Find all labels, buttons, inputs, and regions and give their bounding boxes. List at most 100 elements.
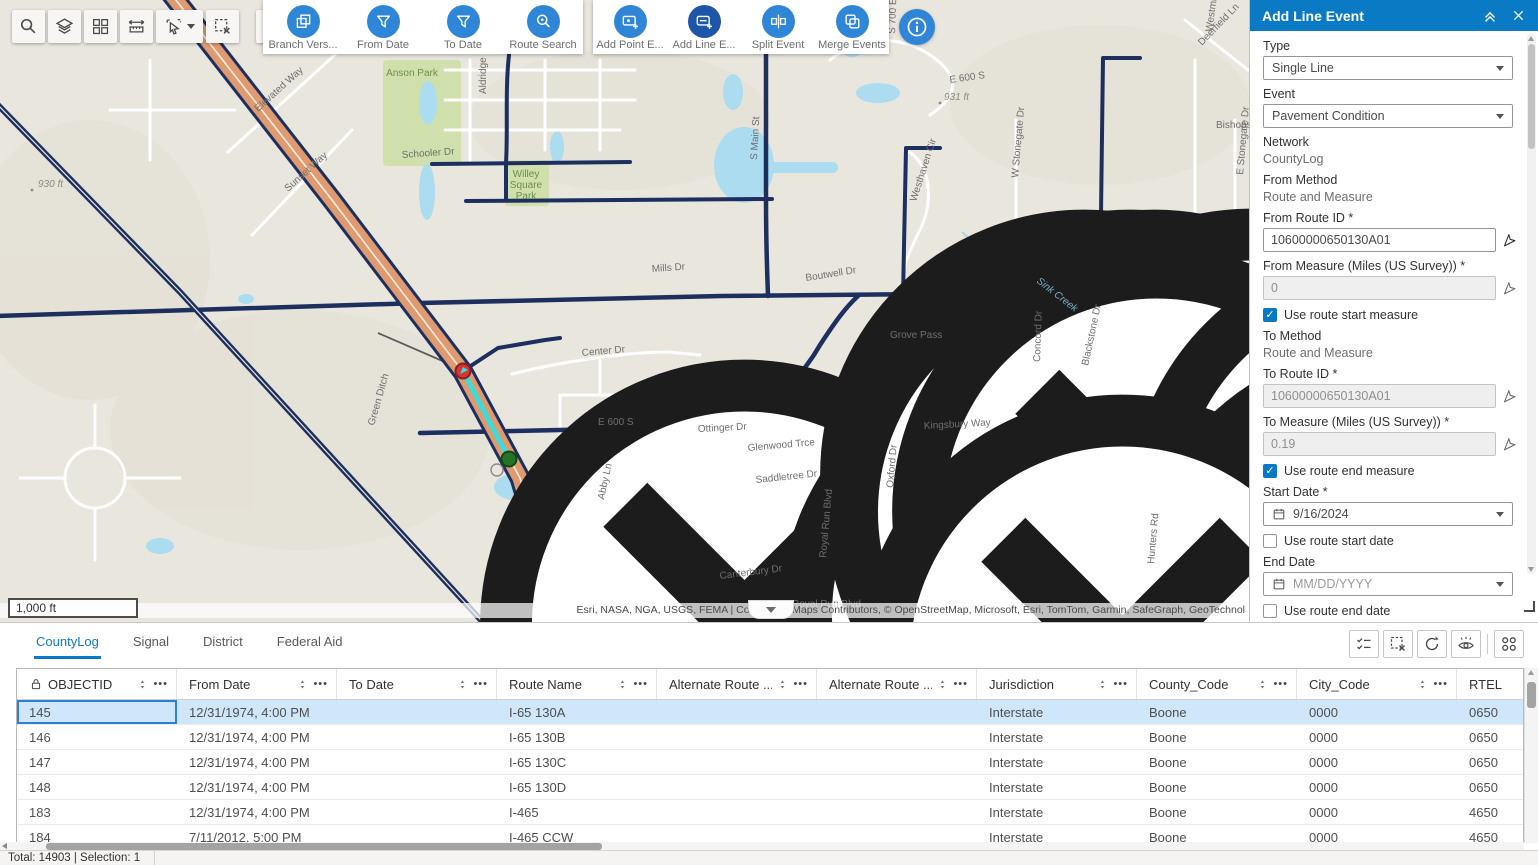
cell-alt_route_2 <box>817 775 977 799</box>
use-route-end-measure-checkbox[interactable]: ✓ Use route end measure <box>1263 464 1522 478</box>
end-date-picker[interactable]: MM/DD/YYYY <box>1263 572 1513 596</box>
branch-vers-button[interactable]: Branch Vers... <box>263 3 343 51</box>
pick-from-measure-on-map-button[interactable] <box>1501 280 1517 296</box>
layers-button[interactable] <box>48 10 81 43</box>
map-canvas[interactable]: Elevated WaySunset Way930 ft931 ftAnson … <box>0 0 1249 622</box>
column-menu-button[interactable]: ••• <box>153 678 168 690</box>
visibility-button[interactable] <box>1451 630 1481 658</box>
column-menu-button[interactable]: ••• <box>953 678 968 690</box>
column-header-route_name[interactable]: Route Name••• <box>497 669 657 699</box>
table-row[interactable]: 14712/31/1974, 4:00 PMI-65 130CInterstat… <box>17 750 1523 775</box>
scroll-up-arrow[interactable] <box>1528 670 1534 675</box>
event-select[interactable]: Pavement Condition <box>1263 104 1513 128</box>
split-event-button[interactable]: Split Event <box>741 3 815 51</box>
merge-events-button[interactable]: Merge Events <box>815 3 889 51</box>
add-line-e-button[interactable]: Add Line E... <box>667 3 741 51</box>
map-label: Willey <box>513 169 540 180</box>
sort-icon[interactable] <box>1097 679 1108 690</box>
tab-district[interactable]: District <box>201 630 245 659</box>
column-menu-button[interactable]: ••• <box>793 678 808 690</box>
info-button[interactable] <box>899 9 935 45</box>
panel-scrollbar-thumb[interactable] <box>1528 44 1535 149</box>
tab-signal[interactable]: Signal <box>131 630 171 659</box>
scroll-down-arrow[interactable] <box>1528 567 1534 572</box>
column-menu-button[interactable]: ••• <box>1273 678 1288 690</box>
close-panel-button[interactable] <box>1508 6 1528 26</box>
from-measure-marker[interactable] <box>456 364 471 379</box>
vertical-scrollbar-thumb[interactable] <box>1527 682 1536 708</box>
to-route-id-input[interactable]: 10600000650130A01 <box>1263 384 1496 408</box>
horizontal-scrollbar-thumb[interactable] <box>46 843 602 850</box>
column-header-city_code[interactable]: City_Code••• <box>1297 669 1457 699</box>
pick-to-measure-on-map-button[interactable] <box>1501 436 1517 452</box>
start-date-picker[interactable]: 9/16/2024 <box>1263 502 1513 526</box>
from-measure-input[interactable]: 0 <box>1263 276 1496 300</box>
column-header-rtel[interactable]: RTEL <box>1457 669 1524 699</box>
map-label: Bishops Grn <box>1216 120 1249 131</box>
sort-icon[interactable] <box>617 679 628 690</box>
panel-scrollbar[interactable] <box>1527 34 1536 574</box>
to-measure-input[interactable]: 0.19 <box>1263 432 1496 456</box>
column-header-jurisdiction[interactable]: Jurisdiction ••• <box>977 669 1137 699</box>
cell-from_date: 12/31/1974, 4:00 PM <box>177 800 337 824</box>
cell-from_date: 7/11/2012, 5:00 PM <box>177 825 337 843</box>
panel-resize-handle[interactable] <box>1524 601 1535 612</box>
scroll-up-arrow[interactable] <box>1528 36 1534 41</box>
use-route-start-date-checkbox[interactable]: Use route start date <box>1263 534 1522 548</box>
column-menu-button[interactable]: ••• <box>473 678 488 690</box>
columns-button[interactable] <box>1494 630 1524 658</box>
column-menu-button[interactable]: ••• <box>1113 678 1128 690</box>
column-header-county_code[interactable]: County_Code••• <box>1137 669 1297 699</box>
sort-icon[interactable] <box>1257 679 1268 690</box>
table-row[interactable]: 14512/31/1974, 4:00 PMI-65 130AInterstat… <box>17 700 1523 725</box>
table-row[interactable]: 1847/11/2012, 5:00 PMI-465 CCWInterstate… <box>17 825 1523 843</box>
table-row[interactable]: 18312/31/1974, 4:00 PMI-465InterstateBoo… <box>17 800 1523 825</box>
column-header-alt_route_1[interactable]: Alternate Route ...••• <box>657 669 817 699</box>
sort-icon[interactable] <box>457 679 468 690</box>
cell-to_date <box>337 700 497 724</box>
search-button[interactable] <box>12 10 45 43</box>
attribution-collapse-button[interactable] <box>748 600 794 619</box>
use-route-start-measure-checkbox[interactable]: ✓ Use route start measure <box>1263 308 1522 322</box>
tab-countylog[interactable]: CountyLog <box>34 630 101 659</box>
collapse-panel-button[interactable] <box>1480 6 1500 26</box>
sort-icon[interactable] <box>777 679 788 690</box>
to-measure-marker[interactable] <box>502 452 517 467</box>
clear-selection-button[interactable] <box>1383 630 1413 658</box>
toolbar-item-label: Add Point E... <box>596 39 663 51</box>
show-selection-button[interactable] <box>1349 630 1379 658</box>
scroll-left-arrow[interactable] <box>2 843 7 849</box>
basemap-gallery-button[interactable] <box>84 10 117 43</box>
column-menu-button[interactable]: ••• <box>1433 678 1448 690</box>
column-menu-button[interactable]: ••• <box>633 678 648 690</box>
sort-icon[interactable] <box>297 679 308 690</box>
column-header-label: Jurisdiction <box>989 677 1092 692</box>
column-header-from_date[interactable]: From Date••• <box>177 669 337 699</box>
tab-federal-aid[interactable]: Federal Aid <box>275 630 345 659</box>
sort-icon[interactable] <box>1417 679 1428 690</box>
use-route-end-date-checkbox[interactable]: Use route end date <box>1263 604 1522 618</box>
clear-selection-button[interactable] <box>206 10 239 43</box>
select-button[interactable] <box>156 10 203 43</box>
add-point-e-button[interactable]: Add Point E... <box>593 3 667 51</box>
table-vertical-scrollbar[interactable] <box>1524 668 1538 843</box>
map-area[interactable]: Elevated WaySunset Way930 ft931 ftAnson … <box>0 0 1249 622</box>
column-header-to_date[interactable]: To Date••• <box>337 669 497 699</box>
type-select[interactable]: Single Line <box>1263 56 1513 80</box>
column-menu-button[interactable]: ••• <box>313 678 328 690</box>
table-row[interactable]: 14812/31/1974, 4:00 PMI-65 130DInterstat… <box>17 775 1523 800</box>
pick-to-route-on-map-button[interactable] <box>1501 388 1517 404</box>
column-header-objectid[interactable]: OBJECTID••• <box>17 669 177 699</box>
sort-icon[interactable] <box>937 679 948 690</box>
from-date-button[interactable]: From Date <box>343 3 423 51</box>
table-row[interactable]: 14612/31/1974, 4:00 PMI-65 130BInterstat… <box>17 725 1523 750</box>
to-date-button[interactable]: To Date <box>423 3 503 51</box>
column-header-label: RTEL <box>1469 677 1516 692</box>
sort-icon[interactable] <box>137 679 148 690</box>
route-search-button[interactable]: Route Search <box>503 3 583 51</box>
pick-from-route-on-map-button[interactable] <box>1501 232 1517 248</box>
refresh-button[interactable] <box>1417 630 1447 658</box>
column-header-alt_route_2[interactable]: Alternate Route ...••• <box>817 669 977 699</box>
from-route-id-input[interactable]: 10600000650130A01 <box>1263 228 1496 252</box>
measure-button[interactable] <box>120 10 153 43</box>
